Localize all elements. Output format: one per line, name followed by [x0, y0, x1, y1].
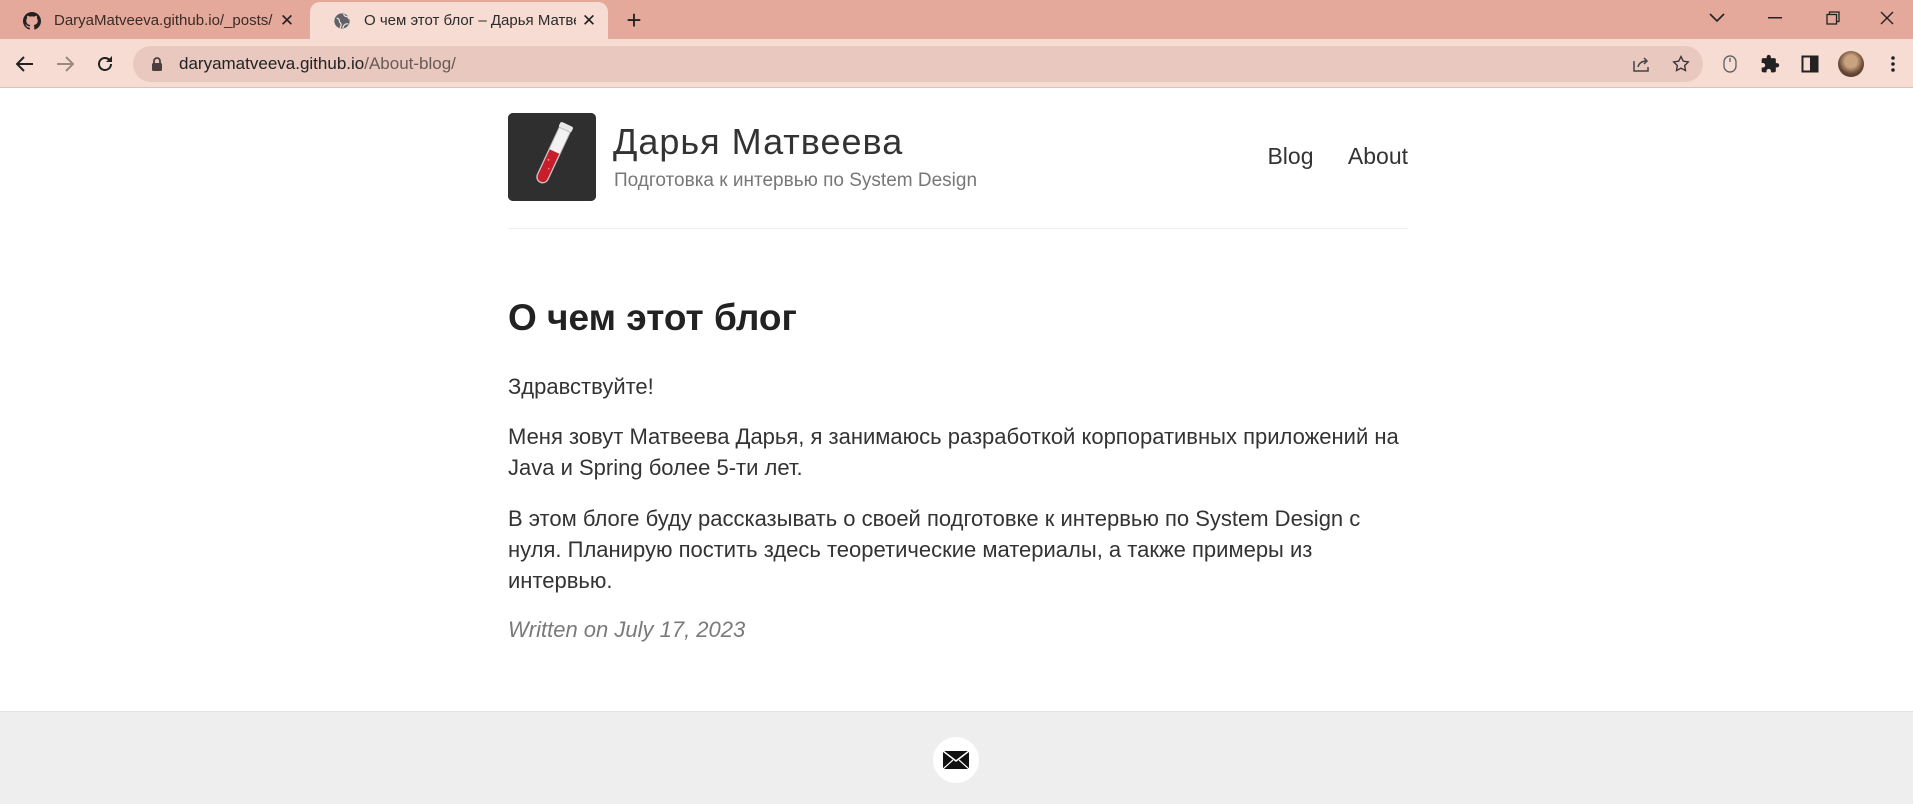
forward-icon[interactable]: [50, 49, 80, 79]
window-close-icon[interactable]: [1858, 0, 1913, 36]
profile-avatar[interactable]: [1836, 49, 1866, 79]
tab-title: О чем этот блог – Дарья Матвеева: [364, 12, 576, 29]
url-text[interactable]: daryamatveeva.github.io/About-blog/: [179, 54, 456, 74]
github-icon: [22, 11, 42, 31]
masthead: Дарья Матвеева Подготовка к интервью по …: [508, 113, 1408, 229]
globe-icon: [332, 11, 352, 31]
address-bar[interactable]: daryamatveeva.github.io/About-blog/: [133, 46, 1703, 82]
star-icon[interactable]: [1663, 46, 1699, 82]
post-paragraph: В этом блоге буду рассказывать о своей п…: [508, 506, 1361, 593]
web-page: Дарья Матвеева Подготовка к интервью по …: [0, 89, 1913, 804]
side-panel-icon[interactable]: [1795, 49, 1825, 79]
back-icon[interactable]: [10, 49, 40, 79]
url-host: daryamatveeva.github.io: [179, 54, 365, 73]
extensions-icon[interactable]: [1755, 49, 1785, 79]
post-date: Written on July 17, 2023: [508, 617, 746, 642]
mouse-extension-icon[interactable]: [1715, 49, 1745, 79]
tab-github[interactable]: DaryaMatveeva.github.io/_posts/ ✕: [0, 2, 306, 39]
post-paragraph: Меня зовут Матвеева Дарья, я занимаюсь р…: [508, 424, 1399, 480]
tab-about-blog[interactable]: О чем этот блог – Дарья Матвеева ✕: [310, 2, 608, 39]
nav-link-blog[interactable]: Blog: [1267, 143, 1313, 169]
share-icon[interactable]: [1623, 46, 1659, 82]
tab-strip: DaryaMatveeva.github.io/_posts/ ✕ О чем …: [0, 0, 1913, 39]
site-name[interactable]: Дарья Матвеева: [613, 121, 903, 163]
site-description: Подготовка к интервью по System Design: [614, 170, 978, 191]
post-title: О чем этот блог: [508, 297, 797, 338]
new-tab-button[interactable]: +: [618, 5, 650, 35]
site-nav: Blog About: [1239, 143, 1408, 170]
close-icon[interactable]: ✕: [274, 8, 300, 34]
lock-icon[interactable]: [149, 56, 165, 72]
site-logo[interactable]: [508, 113, 596, 201]
chevron-down-icon[interactable]: [1688, 0, 1746, 36]
post-paragraph: Здравствуйте!: [508, 374, 654, 399]
menu-icon[interactable]: [1878, 49, 1908, 79]
close-icon[interactable]: ✕: [576, 8, 602, 34]
mail-icon[interactable]: [933, 737, 979, 783]
reload-icon[interactable]: [90, 49, 120, 79]
browser-toolbar: daryamatveeva.github.io/About-blog/: [0, 39, 1913, 88]
url-path: /About-blog/: [364, 54, 456, 73]
nav-link-about[interactable]: About: [1348, 143, 1408, 169]
restore-icon[interactable]: [1804, 0, 1862, 36]
minimize-icon[interactable]: [1746, 0, 1804, 36]
footer: [0, 711, 1913, 804]
tab-title: DaryaMatveeva.github.io/_posts/: [54, 12, 273, 29]
